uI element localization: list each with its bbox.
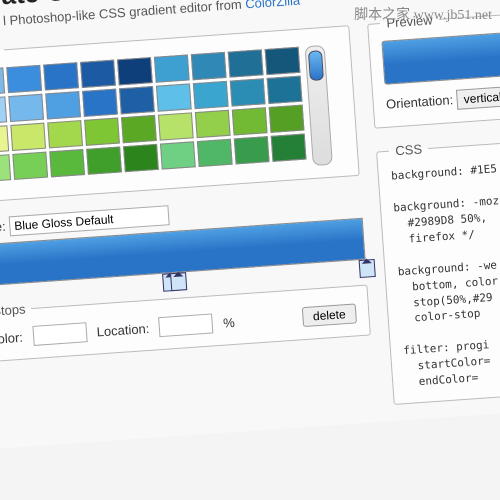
preset-swatch[interactable]: [267, 76, 303, 104]
preset-swatch[interactable]: [269, 105, 305, 133]
presets-scrollbar[interactable]: [305, 45, 333, 166]
gradient-stop[interactable]: [170, 272, 187, 291]
stops-legend: Stops: [0, 301, 32, 319]
preset-swatch[interactable]: [154, 54, 190, 82]
orientation-select[interactable]: vertical: [456, 85, 500, 109]
preview-swatch: [382, 23, 500, 84]
preset-swatch[interactable]: [197, 139, 233, 167]
name-label: Name:: [0, 219, 6, 237]
preset-swatch[interactable]: [49, 149, 85, 177]
preset-swatch[interactable]: [121, 115, 157, 143]
preset-swatch[interactable]: [228, 49, 264, 77]
preset-swatch[interactable]: [123, 144, 159, 172]
preset-swatch[interactable]: [271, 134, 307, 162]
preset-swatch[interactable]: [230, 78, 266, 106]
preset-swatch[interactable]: [0, 154, 11, 182]
preset-swatch[interactable]: [0, 96, 7, 124]
preset-swatch[interactable]: [45, 91, 81, 119]
preset-swatch[interactable]: [195, 110, 231, 138]
preset-swatch[interactable]: [47, 120, 83, 148]
css-panel: CSS background: #1E5 background: -moz #2…: [376, 125, 500, 405]
gradient-stop[interactable]: [359, 259, 376, 278]
orientation-label: Orientation:: [386, 92, 454, 112]
preset-swatch[interactable]: [82, 89, 118, 117]
preset-swatch[interactable]: [117, 57, 153, 85]
preset-swatch[interactable]: [0, 67, 5, 95]
location-input[interactable]: [159, 313, 214, 337]
presets-legend: sets: [0, 42, 4, 59]
preset-swatch[interactable]: [8, 94, 44, 122]
preset-swatch[interactable]: [191, 52, 227, 80]
preset-swatch[interactable]: [43, 62, 79, 90]
site-watermark: 脚本之家 www.jb51.net: [354, 4, 492, 24]
delete-button[interactable]: delete: [301, 303, 357, 327]
preset-swatch[interactable]: [232, 107, 268, 135]
preset-swatch[interactable]: [84, 118, 120, 146]
preset-swatch[interactable]: [193, 81, 229, 109]
preset-swatch[interactable]: [12, 152, 48, 180]
preset-swatch[interactable]: [234, 136, 270, 164]
css-legend: CSS: [389, 141, 429, 159]
name-input[interactable]: [9, 205, 170, 236]
color-input[interactable]: [32, 322, 87, 346]
preset-swatch[interactable]: [10, 123, 46, 151]
colorzilla-link[interactable]: ColorZilla: [245, 0, 301, 11]
css-output[interactable]: background: #1E5 background: -moz #2989D…: [391, 151, 500, 391]
preset-swatch[interactable]: [119, 86, 155, 114]
location-label: Location:: [96, 320, 150, 339]
preset-swatch[interactable]: [0, 125, 9, 153]
color-label: Color:: [0, 329, 23, 346]
percent-sign: %: [223, 314, 236, 330]
preset-swatch[interactable]: [86, 146, 122, 174]
preset-swatch[interactable]: [6, 65, 42, 93]
scrollbar-thumb[interactable]: [308, 50, 324, 81]
presets-panel: sets: [0, 18, 360, 203]
preset-swatch[interactable]: [158, 112, 194, 140]
preset-swatch[interactable]: [80, 60, 116, 88]
preset-swatch[interactable]: [160, 141, 196, 169]
preset-swatch[interactable]: [156, 83, 192, 111]
preset-swatch[interactable]: [265, 47, 301, 75]
